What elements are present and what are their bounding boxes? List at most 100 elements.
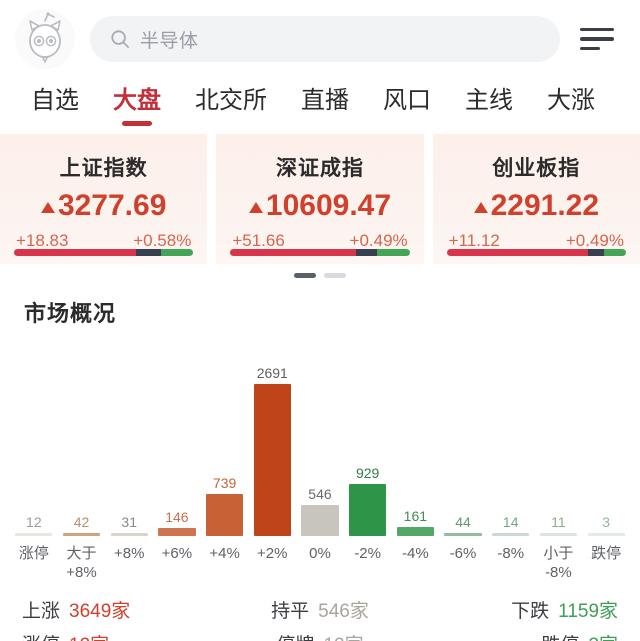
- ratio-segment-flat: [355, 249, 378, 256]
- index-price-value: 2291.22: [490, 189, 600, 222]
- chart-bar: [15, 533, 53, 536]
- menu-line-3: [580, 46, 600, 51]
- chart-bar-column: 3: [582, 336, 630, 536]
- pager-dot[interactable]: [324, 272, 346, 278]
- carousel-pager[interactable]: [0, 264, 640, 286]
- tab-0[interactable]: 自选: [14, 84, 96, 118]
- chart-bar: [539, 533, 577, 536]
- bar-value-label: 929: [355, 465, 380, 481]
- tab-label: 风口: [383, 87, 431, 114]
- index-card[interactable]: 创业板指 2291.22 +11.12 +0.49%: [432, 134, 640, 264]
- stat-label: 上涨: [22, 600, 61, 622]
- chart-bar: [62, 533, 101, 536]
- chart-bar-column: 44: [439, 336, 487, 536]
- axis-label: 跌停: [591, 545, 622, 562]
- tab-6[interactable]: 大涨: [530, 84, 612, 118]
- app-header: 半导体: [0, 0, 640, 78]
- stat-label: 涨停: [22, 630, 60, 641]
- main-tab-bar[interactable]: 自选 大盘 北交所 直播 风口 主线 大涨: [0, 78, 640, 134]
- axis-label: 涨停: [18, 545, 49, 562]
- bar-value-label: 3: [602, 514, 610, 530]
- index-card[interactable]: 深证成指 10609.47 +51.66 +0.49%: [216, 134, 424, 264]
- ratio-segment-down: [604, 249, 626, 256]
- stat-row: 上涨 3649家 持平 546家 下跌 1159家: [22, 592, 618, 626]
- chart-bar-column: 161: [392, 336, 440, 536]
- trend-up-icon: [248, 201, 263, 213]
- pager-dot[interactable]: [294, 272, 316, 278]
- tab-5[interactable]: 主线: [448, 84, 530, 118]
- stat-value: 546家: [318, 600, 369, 622]
- chart-bar: [110, 533, 148, 536]
- index-percent: +0.58%: [133, 231, 192, 250]
- chart-bar: [253, 384, 291, 536]
- cat-mascot-logo[interactable]: [14, 8, 76, 70]
- axis-label: +6%: [161, 545, 193, 562]
- bar-value-label: 2691: [256, 365, 288, 381]
- market-overview-screen: 半导体 自选 大盘 北交所 直播 风口 主线 大涨 上证指数 3277.69 +18.83 +0.…: [0, 0, 640, 641]
- chart-bar-column: 739: [201, 336, 249, 536]
- stat-cell: 上涨 3649家: [22, 596, 221, 623]
- tab-2[interactable]: 北交所: [178, 84, 284, 118]
- index-change-row: +51.66 +0.49%: [216, 231, 423, 251]
- tab-3[interactable]: 直播: [284, 84, 366, 118]
- index-card-carousel[interactable]: 上证指数 3277.69 +18.83 +0.58% 深证成指 10609.47 +51.6…: [0, 134, 640, 264]
- chart-bar: [396, 527, 434, 536]
- chart-bar: [158, 528, 196, 536]
- index-price-value: 10609.47: [265, 189, 392, 222]
- index-name: 上证指数: [59, 157, 148, 180]
- bar-value-label: 11: [551, 514, 566, 530]
- stat-row: 涨停12家停牌12家跌停3家: [22, 626, 618, 641]
- bar-value-label: 14: [502, 514, 519, 530]
- stat-cell: 停牌 12家: [221, 630, 420, 641]
- ratio-segment-up: [14, 249, 136, 256]
- stat-value: 1159家: [558, 600, 619, 622]
- ratio-segment-flat: [588, 249, 605, 256]
- chart-bar: [206, 494, 244, 536]
- market-stats: 上涨3649家持平546家下跌1159家涨停12家停牌12家跌停3家: [0, 592, 640, 641]
- tab-1[interactable]: 大盘: [96, 84, 178, 126]
- chart-bar: [349, 484, 387, 536]
- axis-label: -4%: [402, 545, 429, 562]
- bar-value-label: 31: [121, 514, 137, 530]
- index-change-row: +11.12 +0.49%: [433, 231, 640, 251]
- stat-cell: 下跌 1159家: [419, 596, 618, 623]
- axis-label: +8%: [113, 545, 145, 562]
- index-percent: +0.49%: [565, 231, 624, 250]
- stat-value: 3家: [588, 630, 618, 641]
- bar-value-label: 12: [26, 514, 42, 530]
- index-change: +11.12: [448, 231, 500, 250]
- tab-label: 自选: [31, 87, 79, 114]
- stat-cell: 跌停 3家: [419, 630, 618, 641]
- index-card[interactable]: 上证指数 3277.69 +18.83 +0.58%: [0, 134, 208, 264]
- bar-value-label: 42: [73, 514, 90, 530]
- bar-value-label: 546: [308, 486, 332, 502]
- axis-label: -8%: [497, 545, 525, 562]
- stat-value: 12家: [323, 630, 363, 641]
- index-price: 3277.69: [0, 189, 207, 223]
- chart-bar: [444, 533, 482, 536]
- tab-label: 大盘: [113, 87, 161, 114]
- trend-up-icon: [473, 201, 488, 213]
- stat-value: 12家: [69, 630, 109, 641]
- axis-label: +4%: [209, 545, 240, 562]
- index-price-value: 3277.69: [57, 189, 167, 222]
- trend-up-icon: [40, 201, 55, 213]
- chart-bar: [301, 505, 339, 536]
- menu-icon[interactable]: [580, 27, 614, 51]
- axis-label: -6%: [449, 545, 477, 562]
- search-input[interactable]: 半导体: [90, 16, 560, 62]
- stat-label: 跌停: [541, 630, 579, 641]
- chart-bar-column: 11: [535, 336, 583, 536]
- stat-cell: 持平 546家: [221, 596, 420, 623]
- tab-4[interactable]: 风口: [366, 84, 448, 118]
- chart-bar-column: 12: [10, 336, 58, 536]
- chart-bar-column: 546: [296, 336, 344, 536]
- index-change-row: +18.83 +0.58%: [0, 231, 207, 251]
- stat-value: 3649家: [69, 600, 131, 622]
- axis-label: 0%: [309, 545, 331, 562]
- index-ratio-bar: [14, 249, 194, 256]
- tab-active-indicator: [122, 121, 152, 126]
- chart-bar-column: 14: [487, 336, 535, 536]
- tab-label: 直播: [301, 87, 349, 114]
- chart-bar-column: 146: [153, 336, 201, 536]
